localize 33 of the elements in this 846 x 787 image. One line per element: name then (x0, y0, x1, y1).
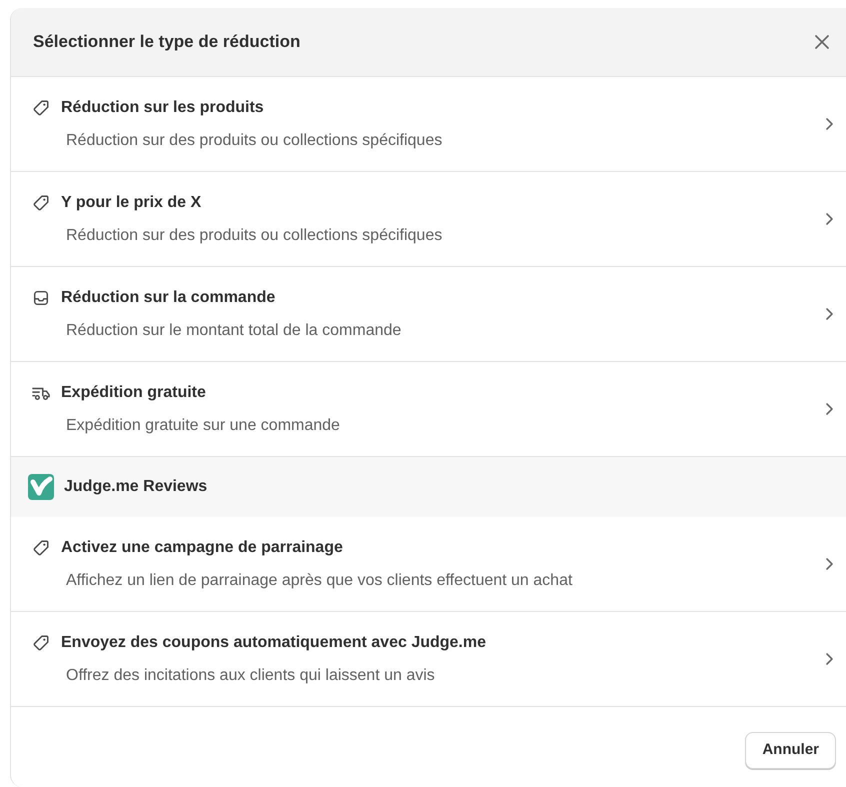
checkmark-logo-icon (27, 473, 55, 501)
discount-option[interactable]: Activez une campagne de parrainage Affichez un lien de parrainage après que vos clients effectuent un achat (11, 517, 846, 612)
option-description: Réduction sur le montant total de la commande (66, 320, 402, 340)
dialog-title: Sélectionner le type de réduction (33, 31, 300, 54)
discount-option[interactable]: Réduction sur les produits Réduction sur des produits ou collections spécifiques (11, 77, 846, 172)
tag-icon (32, 538, 50, 556)
tag-icon (32, 98, 50, 116)
section-title: Judge.me Reviews (64, 477, 208, 497)
option-title: Envoyez des coupons automatiquement avec Judge.me (61, 632, 486, 652)
option-title: Y pour le prix de X (61, 192, 202, 212)
tag-icon (32, 194, 50, 212)
chevron-right-icon (824, 117, 834, 131)
tag-icon (32, 634, 50, 652)
tray-icon (32, 288, 50, 306)
option-title: Expédition gratuite (61, 382, 206, 402)
chevron-right-icon (824, 557, 834, 571)
option-description: Affichez un lien de parrainage après que vos clients effectuent un achat (66, 570, 574, 590)
discount-option[interactable]: Réduction sur la commande Réduction sur le montant total de la commande (11, 267, 846, 362)
option-description: Réduction sur des produits ou collections spécifiques (66, 226, 444, 246)
discount-option[interactable]: Y pour le prix de X Réduction sur des produits ou collections spécifiques (11, 172, 846, 267)
chevron-right-icon (824, 212, 834, 226)
option-title: Réduction sur les produits (61, 98, 264, 118)
chevron-right-icon (824, 402, 834, 416)
cancel-button[interactable]: Annuler (745, 732, 836, 768)
option-description: Offrez des incitations aux clients qui laissent un avis (66, 666, 436, 686)
option-description: Réduction sur des produits ou collections spécifiques (66, 130, 444, 150)
option-title: Réduction sur la commande (61, 288, 276, 308)
option-title: Activez une campagne de parrainage (61, 538, 343, 558)
chevron-right-icon (824, 652, 834, 666)
close-icon (814, 34, 830, 50)
chevron-right-icon (824, 307, 834, 321)
option-description: Expédition gratuite sur une commande (66, 416, 341, 436)
discount-option[interactable]: Envoyez des coupons automatiquement avec Judge.me Offrez des incitations aux clients qui laissent un avis (11, 612, 846, 707)
